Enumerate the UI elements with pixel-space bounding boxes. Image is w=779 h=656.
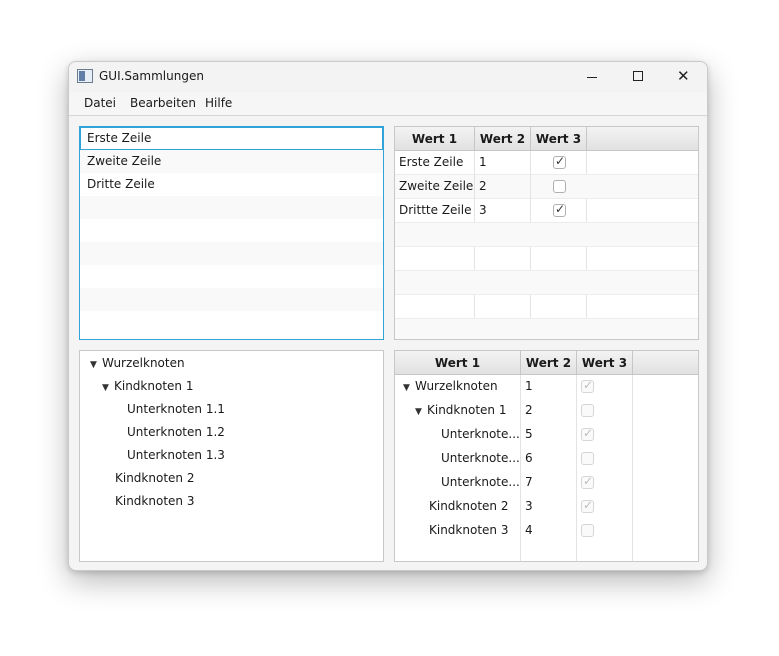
list-item[interactable]: Zweite Zeile — [80, 150, 383, 173]
cell-wert2: 7 — [525, 475, 533, 489]
column-header-wert3[interactable]: Wert 3 — [577, 351, 633, 375]
list-empty-row — [80, 196, 383, 219]
cell-wert1: Kindknoten 2 — [429, 499, 509, 513]
checkbox — [581, 426, 594, 441]
table-row[interactable]: Zweite Zeile 2 — [395, 175, 698, 199]
cell-wert2: 5 — [525, 427, 533, 441]
list-item[interactable]: Dritte Zeile — [80, 173, 383, 196]
maximize-icon — [633, 71, 643, 81]
tree-item[interactable]: ▼ Kindknoten 1 — [102, 375, 193, 398]
column-header-wert1[interactable]: Wert 1 — [395, 351, 521, 375]
list-view[interactable]: Erste Zeile Zweite Zeile Dritte Zeile — [79, 126, 384, 340]
cell-wert1: ▼ Kindknoten 1 — [395, 399, 521, 423]
table-row[interactable]: Erste Zeile 1 — [395, 151, 698, 175]
tree-item[interactable]: Kindknoten 3 — [115, 490, 194, 513]
table-empty-row — [395, 271, 698, 295]
table-empty-row — [395, 295, 698, 319]
checkbox — [581, 404, 594, 417]
cell-wert1: Unterknote... — [441, 451, 520, 465]
tree-item[interactable]: ▼ Wurzelknoten — [90, 352, 185, 375]
cell-wert2: 3 — [475, 199, 531, 223]
window-title: GUI.Sammlungen — [99, 69, 204, 83]
title-bar: GUI.Sammlungen ✕ — [69, 62, 707, 92]
checkbox — [581, 452, 594, 465]
checkbox — [581, 498, 594, 513]
column-header-wert2[interactable]: Wert 2 — [521, 351, 577, 375]
expand-arrow-icon[interactable]: ▼ — [415, 401, 427, 423]
menu-datei[interactable]: Datei — [84, 96, 116, 110]
cell-wert2: 1 — [525, 379, 533, 393]
column-header-wert2[interactable]: Wert 2 — [475, 127, 531, 151]
tree-table-row[interactable]: Unterknote... 7 — [395, 471, 698, 495]
tree-item[interactable]: Unterknoten 1.3 — [127, 444, 225, 467]
cell-wert2: 6 — [525, 451, 533, 465]
checkbox[interactable] — [553, 154, 566, 169]
table-empty-row — [395, 223, 698, 247]
checkbox[interactable] — [553, 202, 566, 217]
list-item[interactable]: Erste Zeile — [80, 127, 383, 150]
checkbox — [581, 524, 594, 537]
column-header-wert3[interactable]: Wert 3 — [531, 127, 587, 151]
cell-wert1: Erste Zeile — [395, 151, 475, 175]
cell-wert1: Zweite Zeile — [395, 175, 475, 199]
table-view[interactable]: Wert 1 Wert 2 Wert 3 Erste Zeile 1 Zweit… — [394, 126, 699, 340]
table-header: Wert 1 Wert 2 Wert 3 — [395, 127, 698, 151]
tree-table-row[interactable]: ▼ Wurzelknoten 1 — [395, 375, 698, 399]
cell-wert1: Unterknote... — [441, 427, 520, 441]
app-icon — [77, 69, 93, 83]
table-empty-row — [395, 319, 698, 339]
checkbox — [581, 378, 594, 393]
checkbox[interactable] — [553, 180, 566, 193]
cell-wert1: Unterknote... — [441, 475, 520, 489]
checkbox — [581, 474, 594, 489]
minimize-icon — [587, 77, 597, 78]
expand-arrow-icon[interactable]: ▼ — [403, 377, 415, 399]
tree-item-label: Wurzelknoten — [102, 356, 185, 370]
tree-table-row[interactable]: Kindknoten 3 4 — [395, 519, 698, 543]
cell-wert1: Kindknoten 3 — [429, 523, 509, 537]
tree-item-label: Kindknoten 1 — [114, 379, 194, 393]
tree-table-row[interactable]: Kindknoten 2 3 — [395, 495, 698, 519]
tree-item[interactable]: Kindknoten 2 — [115, 467, 194, 490]
tree-table-row[interactable]: Unterknote... 6 — [395, 447, 698, 471]
table-empty-row — [395, 247, 698, 271]
tree-table-label: Wurzelknoten — [415, 379, 498, 393]
table-row[interactable]: Drittte Zeile 3 — [395, 199, 698, 223]
close-icon: ✕ — [677, 67, 690, 85]
app-window: GUI.Sammlungen ✕ Datei Bearbeiten Hilfe … — [68, 61, 708, 571]
menu-bar: Datei Bearbeiten Hilfe — [69, 92, 707, 116]
list-empty-row — [80, 288, 383, 311]
column-header-wert1[interactable]: Wert 1 — [395, 127, 475, 151]
maximize-button[interactable] — [615, 62, 661, 92]
tree-table-row[interactable]: ▼ Kindknoten 1 2 — [395, 399, 698, 423]
minimize-button[interactable] — [569, 62, 615, 92]
tree-table-header: Wert 1 Wert 2 Wert 3 — [395, 351, 698, 375]
tree-table-view[interactable]: Wert 1 Wert 2 Wert 3 ▼Wurzelknoten 1 ▼Ki… — [394, 350, 699, 562]
cell-wert1: Drittte Zeile — [395, 199, 475, 223]
tree-table-label: Kindknoten 1 — [427, 403, 507, 417]
list-empty-row — [80, 265, 383, 288]
cell-wert2: 2 — [475, 175, 531, 199]
cell-wert2: 4 — [525, 523, 533, 537]
tree-item[interactable]: Unterknoten 1.1 — [127, 398, 225, 421]
list-empty-row — [80, 242, 383, 265]
expand-arrow-icon[interactable]: ▼ — [90, 354, 102, 376]
expand-arrow-icon[interactable]: ▼ — [102, 377, 114, 399]
cell-wert2: 1 — [475, 151, 531, 175]
menu-hilfe[interactable]: Hilfe — [205, 96, 232, 110]
cell-wert2: 3 — [525, 499, 533, 513]
tree-table-row[interactable]: Unterknote... 5 — [395, 423, 698, 447]
tree-item[interactable]: Unterknoten 1.2 — [127, 421, 225, 444]
list-empty-row — [80, 219, 383, 242]
list-empty-row — [80, 311, 383, 334]
cell-wert1: ▼ Wurzelknoten — [395, 375, 521, 399]
menu-bearbeiten[interactable]: Bearbeiten — [130, 96, 196, 110]
close-button[interactable]: ✕ — [661, 62, 707, 92]
cell-wert2: 2 — [525, 403, 533, 417]
tree-view[interactable]: ▼ Wurzelknoten ▼ Kindknoten 1 Unterknoten … — [79, 350, 384, 562]
